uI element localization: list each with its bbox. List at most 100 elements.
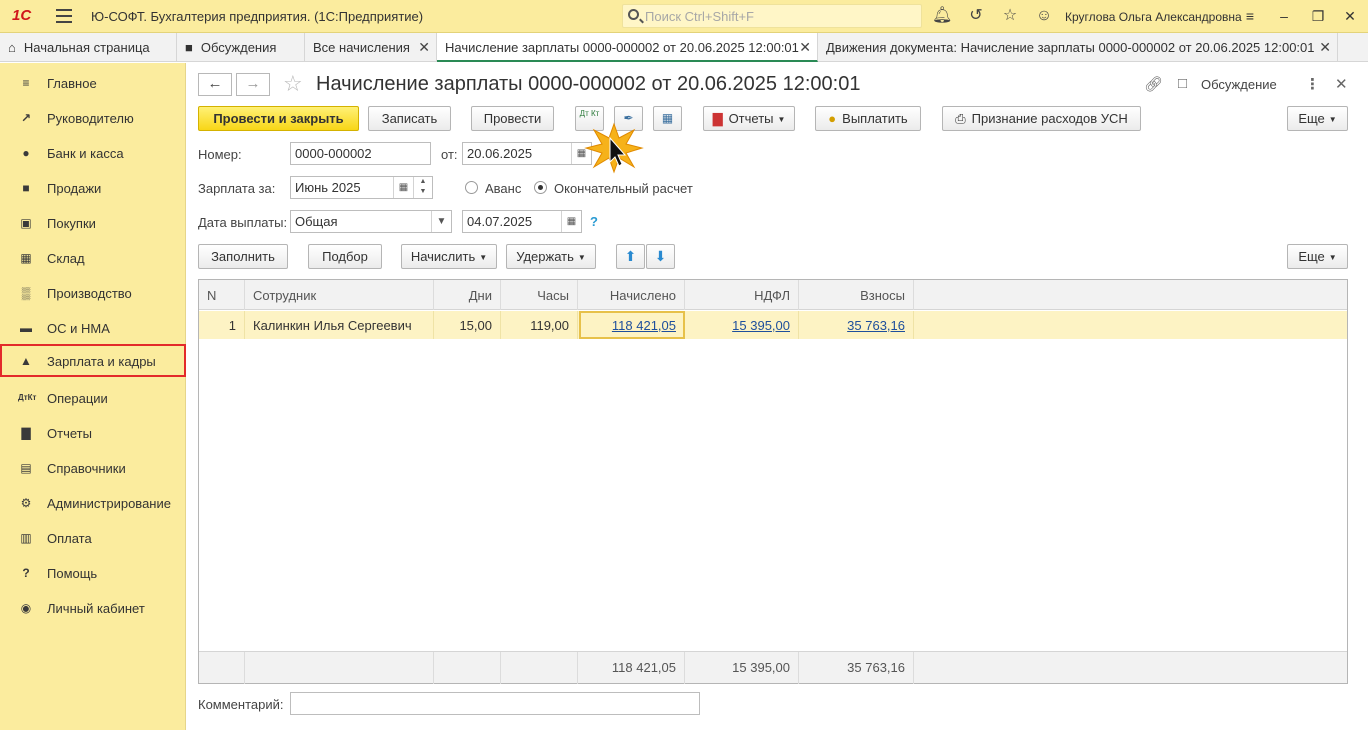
- global-search[interactable]: [622, 4, 922, 28]
- cell-days[interactable]: 15,00: [434, 311, 501, 339]
- sidebar-item-reports[interactable]: ▇ Отчеты: [0, 416, 186, 449]
- total-ndfl: 15 395,00: [685, 652, 799, 684]
- select-button[interactable]: Подбор: [308, 244, 382, 269]
- settings-menu-icon[interactable]: ≡: [1240, 6, 1260, 26]
- pay-date-field[interactable]: 04.07.2025 ▦: [462, 210, 582, 233]
- cell-contributions[interactable]: 35 763,16: [799, 311, 914, 339]
- column-header-hours[interactable]: Часы: [501, 280, 578, 310]
- search-input[interactable]: [645, 7, 915, 25]
- tab-discussions[interactable]: ■ Обсуждения: [177, 33, 305, 62]
- favorite-star-icon[interactable]: ☆: [283, 73, 303, 95]
- advance-radio[interactable]: [465, 181, 478, 194]
- tab-label: Движения документа: Начисление зарплаты …: [826, 40, 1315, 55]
- help-icon[interactable]: ?: [590, 214, 598, 229]
- restore-icon[interactable]: ❐: [1308, 6, 1328, 26]
- usn-expenses-button[interactable]: ⎙ Признание расходов УСН: [942, 106, 1141, 131]
- report-icon: ▇: [712, 111, 723, 126]
- accrued-link[interactable]: 118 421,05: [612, 318, 676, 333]
- tab-home[interactable]: ⌂ Начальная страница: [0, 33, 177, 62]
- column-header-n[interactable]: N: [199, 280, 245, 310]
- sidebar-item-help[interactable]: ? Помощь: [0, 556, 186, 589]
- forward-button[interactable]: →: [236, 73, 270, 96]
- period-field[interactable]: Июнь 2025 ▦ ▲ ▼: [290, 176, 433, 199]
- sidebar-item-operations[interactable]: ДтКт Операции: [0, 381, 186, 414]
- column-header-days[interactable]: Дни: [434, 280, 501, 310]
- tab-all-accruals[interactable]: Все начисления ✕: [305, 33, 437, 62]
- calendar-icon[interactable]: ▦: [561, 211, 581, 232]
- accrue-dropdown-button[interactable]: Начислить ▼: [401, 244, 497, 269]
- post-button[interactable]: Провести: [471, 106, 554, 131]
- star-icon[interactable]: ☆: [1000, 6, 1020, 26]
- discussion-link[interactable]: Обсуждение: [1201, 77, 1277, 92]
- final-settlement-label[interactable]: Окончательный расчет: [554, 181, 693, 196]
- total-cell: [245, 652, 434, 684]
- ndfl-link[interactable]: 15 395,00: [732, 318, 790, 333]
- column-header-employee[interactable]: Сотрудник: [245, 280, 434, 310]
- 1c-logo: 1С: [12, 7, 32, 24]
- chevron-down-icon[interactable]: ▼: [431, 211, 451, 232]
- structure-button[interactable]: ▦: [653, 106, 682, 131]
- table-row[interactable]: 1 Калинкин Илья Сергеевич 15,00 119,00 1…: [199, 311, 1347, 339]
- table-more-button[interactable]: Еще ▼: [1287, 244, 1348, 269]
- reports-dropdown-button[interactable]: ▇ Отчеты ▼: [703, 106, 795, 131]
- sidebar-item-production[interactable]: ▒ Производство: [0, 276, 186, 309]
- contributions-link[interactable]: 35 763,16: [847, 318, 905, 333]
- bell-icon[interactable]: 🔔︎: [932, 6, 952, 26]
- minimize-icon[interactable]: –: [1274, 6, 1294, 26]
- close-tab-icon[interactable]: ✕: [1319, 39, 1331, 56]
- sidebar-item-administration[interactable]: ⚙ Администрирование: [0, 486, 186, 519]
- fill-button[interactable]: Заполнить: [198, 244, 288, 269]
- pay-type-select[interactable]: Общая ▼: [290, 210, 452, 233]
- user-icon[interactable]: ☺: [1034, 6, 1054, 26]
- sidebar-item-purchases[interactable]: ▣ Покупки: [0, 206, 186, 239]
- column-header-accrued[interactable]: Начислено: [578, 280, 685, 310]
- current-user[interactable]: Круглова Ольга Александровна: [1065, 10, 1242, 24]
- cell-employee[interactable]: Калинкин Илья Сергеевич: [245, 311, 434, 339]
- move-down-button[interactable]: ⬇: [646, 244, 675, 269]
- more-vertical-icon[interactable]: ⋮: [1305, 75, 1320, 93]
- history-icon[interactable]: ↺: [966, 6, 986, 26]
- date-field[interactable]: 20.06.2025 ▦: [462, 142, 592, 165]
- column-header-contributions[interactable]: Взносы: [799, 280, 914, 310]
- comment-field[interactable]: [290, 692, 700, 715]
- more-actions-button[interactable]: Еще ▼: [1287, 106, 1348, 131]
- accruals-table[interactable]: N Сотрудник Дни Часы Начислено НДФЛ Взно…: [198, 279, 1348, 684]
- sidebar-item-manager[interactable]: ↗ Руководителю: [0, 101, 186, 134]
- total-cell: [501, 652, 578, 684]
- cell-accrued[interactable]: 118 421,05: [579, 311, 685, 339]
- pay-button[interactable]: ● Выплатить: [815, 106, 921, 131]
- sidebar-item-bank[interactable]: ● Банк и касса: [0, 136, 186, 169]
- link-icon[interactable]: 🔗︎: [1144, 75, 1163, 93]
- sidebar-item-main[interactable]: ≡ Главное: [0, 66, 186, 99]
- sidebar-item-warehouse[interactable]: ▦ Склад: [0, 241, 186, 274]
- save-button[interactable]: Записать: [368, 106, 451, 131]
- cell-ndfl[interactable]: 15 395,00: [685, 311, 799, 339]
- column-header-ndfl[interactable]: НДФЛ: [685, 280, 799, 310]
- sidebar-item-salary-hr[interactable]: ▲ Зарплата и кадры: [0, 344, 186, 377]
- move-up-button[interactable]: ⬆: [616, 244, 645, 269]
- close-window-icon[interactable]: ✕: [1340, 6, 1360, 26]
- final-settlement-radio[interactable]: [534, 181, 547, 194]
- sidebar-item-sales[interactable]: ■ Продажи: [0, 171, 186, 204]
- sidebar-item-assets[interactable]: ▬ ОС и НМА: [0, 311, 186, 344]
- sidebar-item-payment[interactable]: ▥ Оплата: [0, 521, 186, 554]
- close-tab-icon[interactable]: ✕: [799, 39, 811, 56]
- sidebar-item-label: Оплата: [47, 531, 92, 546]
- calendar-icon[interactable]: ▦: [393, 177, 413, 198]
- advance-label[interactable]: Аванс: [485, 181, 521, 196]
- period-stepper[interactable]: ▲ ▼: [413, 177, 432, 198]
- close-tab-icon[interactable]: ✕: [418, 39, 430, 56]
- cell-hours[interactable]: 119,00: [501, 311, 578, 339]
- withhold-dropdown-button[interactable]: Удержать ▼: [506, 244, 596, 269]
- document-form: ← → ☆ Начисление зарплаты 0000-000002 от…: [187, 63, 1368, 730]
- sidebar-item-account[interactable]: ◉ Личный кабинет: [0, 591, 186, 624]
- sidebar-item-catalogs[interactable]: ▤ Справочники: [0, 451, 186, 484]
- tab-payroll-document[interactable]: Начисление зарплаты 0000-000002 от 20.06…: [437, 33, 818, 62]
- tab-document-movements[interactable]: Движения документа: Начисление зарплаты …: [818, 33, 1338, 62]
- number-field[interactable]: 0000-000002: [290, 142, 431, 165]
- discussion-icon[interactable]: □: [1178, 75, 1187, 92]
- close-form-icon[interactable]: ✕: [1335, 75, 1348, 93]
- back-button[interactable]: ←: [198, 73, 232, 96]
- post-and-close-button[interactable]: Провести и закрыть: [198, 106, 359, 131]
- main-menu-icon[interactable]: [56, 9, 72, 23]
